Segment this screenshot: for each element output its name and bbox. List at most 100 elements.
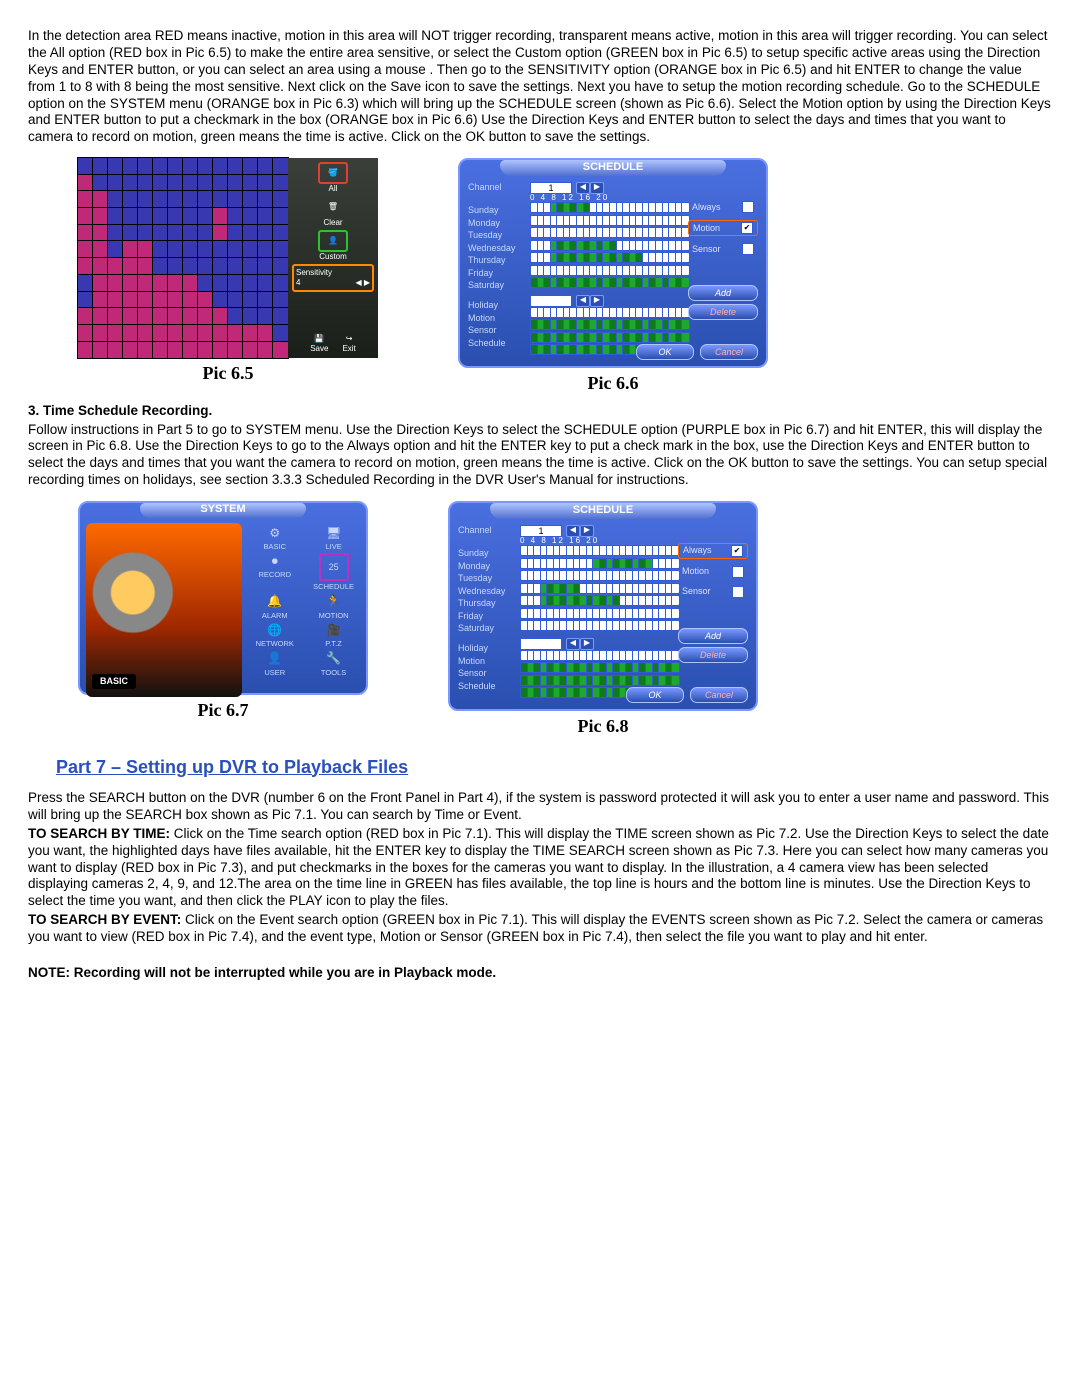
bar-mon[interactable] — [530, 215, 690, 226]
bar68-tue[interactable] — [520, 570, 680, 581]
save-label: Save — [310, 344, 328, 354]
custom-icon[interactable]: 👤 — [318, 230, 348, 252]
part7-heading: Part 7 – Setting up DVR to Playback File… — [56, 756, 1052, 779]
menu-user[interactable]: 👤USER — [248, 651, 301, 677]
chk-sensor[interactable] — [742, 243, 754, 255]
chk-always[interactable] — [742, 201, 754, 213]
figure-row-65-66: 🪣 All 🗑 Clear 👤 Custom Sensitivity 4 ◀ ▶… — [28, 158, 1052, 395]
label-channel-68: Channel — [458, 525, 516, 536]
bar-h2[interactable] — [530, 319, 690, 330]
menu-ptz[interactable]: 🎥P.T.Z — [307, 622, 360, 648]
channel-prev[interactable]: ◀ — [576, 182, 590, 194]
figure-6-6: SCHEDULE Channel Sunday Monday Tuesday W… — [458, 158, 768, 395]
holiday-prev-68[interactable]: ◀ — [566, 638, 580, 650]
para-detection-area: In the detection area RED means inactive… — [28, 28, 1052, 146]
clear-label: Clear — [323, 218, 342, 228]
bar-sun[interactable] — [530, 202, 690, 213]
clear-icon[interactable]: 🗑 — [318, 196, 348, 218]
opt-always-68[interactable]: Always✔ — [678, 543, 748, 559]
ok-button-68[interactable]: OK — [626, 687, 684, 703]
holiday-input[interactable] — [530, 295, 572, 307]
holiday-next-68[interactable]: ▶ — [580, 638, 594, 650]
save-icon[interactable]: 💾 — [314, 334, 324, 344]
bar68-thu[interactable] — [520, 595, 680, 606]
channel-next-68[interactable]: ▶ — [580, 525, 594, 537]
bar-h1[interactable] — [530, 307, 690, 318]
cancel-button-68[interactable]: Cancel — [690, 687, 748, 703]
bar-wed[interactable] — [530, 240, 690, 251]
chk-sensor-68[interactable] — [732, 586, 744, 598]
bar68-mon[interactable] — [520, 558, 680, 569]
bar68-fri[interactable] — [520, 608, 680, 619]
para7c-wrap: TO SEARCH BY EVENT: Click on the Event s… — [28, 912, 1052, 946]
channel-prev-68[interactable]: ◀ — [566, 525, 580, 537]
schedule-side-buttons: Add Delete — [688, 285, 758, 320]
schedule-panel-66: SCHEDULE Channel Sunday Monday Tuesday W… — [458, 158, 768, 368]
bar68-h2[interactable] — [520, 662, 680, 673]
bar68-h1[interactable] — [520, 650, 680, 661]
menu-alarm[interactable]: 🔔ALARM — [248, 594, 301, 620]
para7b-wrap: TO SEARCH BY TIME: Click on the Time sea… — [28, 826, 1052, 910]
bar-h3[interactable] — [530, 332, 690, 343]
label-tuesday: Tuesday — [468, 230, 526, 241]
delete-button-68[interactable]: Delete — [678, 647, 748, 663]
add-button[interactable]: Add — [688, 285, 758, 301]
add-button-68[interactable]: Add — [678, 628, 748, 644]
label-schedule-68: Schedule — [458, 681, 516, 692]
bar-tue[interactable] — [530, 227, 690, 238]
channel-next[interactable]: ▶ — [590, 182, 604, 194]
label-holiday: Holiday — [468, 300, 526, 311]
delete-button[interactable]: Delete — [688, 304, 758, 320]
label-tuesday-68: Tuesday — [458, 573, 516, 584]
motion-grid-panel: 🪣 All 🗑 Clear 👤 Custom Sensitivity 4 ◀ ▶… — [78, 158, 378, 358]
figure-6-5: 🪣 All 🗑 Clear 👤 Custom Sensitivity 4 ◀ ▶… — [78, 158, 378, 385]
opt-always[interactable]: Always — [688, 200, 758, 214]
ok-button[interactable]: OK — [636, 344, 694, 360]
label-wednesday-68: Wednesday — [458, 586, 516, 597]
bar68-sat[interactable] — [520, 620, 680, 631]
label-saturday: Saturday — [468, 280, 526, 291]
opt-sensor[interactable]: Sensor — [688, 242, 758, 256]
motion-side-panel: 🪣 All 🗑 Clear 👤 Custom Sensitivity 4 ◀ ▶… — [288, 158, 378, 358]
time-ticks-68: 0 4 8 12 16 20 — [520, 536, 680, 545]
schedule-options-68: Always✔ Motion Sensor — [678, 543, 748, 599]
holiday-next[interactable]: ▶ — [590, 295, 604, 307]
holiday-prev[interactable]: ◀ — [576, 295, 590, 307]
menu-live[interactable]: 🖥LIVE — [307, 525, 360, 551]
chk-motion-68[interactable] — [732, 566, 744, 578]
cancel-button[interactable]: Cancel — [700, 344, 758, 360]
all-icon[interactable]: 🪣 — [318, 162, 348, 184]
menu-schedule[interactable]: 25SCHEDULE — [307, 553, 360, 591]
bar-fri[interactable] — [530, 265, 690, 276]
menu-record[interactable]: ⏺RECORD — [248, 553, 301, 591]
sensitivity-box[interactable]: Sensitivity 4 ◀ ▶ — [292, 264, 374, 292]
menu-motion[interactable]: 🏃MOTION — [307, 594, 360, 620]
system-menu-grid: ⚙BASIC 🖥LIVE ⏺RECORD 25SCHEDULE 🔔ALARM 🏃… — [248, 523, 360, 697]
channel-input-68[interactable]: 1 — [520, 525, 562, 537]
bar-sat[interactable] — [530, 277, 690, 288]
opt-sensor-68[interactable]: Sensor — [678, 585, 748, 599]
label-friday: Friday — [468, 268, 526, 279]
bar68-wed[interactable] — [520, 583, 680, 594]
opt-motion-68[interactable]: Motion — [678, 565, 748, 579]
holiday-input-68[interactable] — [520, 638, 562, 650]
para-tsr: Follow instructions in Part 5 to go to S… — [28, 422, 1052, 490]
exit-icon[interactable]: ↪ — [346, 334, 353, 344]
menu-network[interactable]: 🌐NETWORK — [248, 622, 301, 648]
bar-thu[interactable] — [530, 252, 690, 263]
chk-always-68[interactable]: ✔ — [731, 545, 743, 557]
opt-motion[interactable]: Motion✔ — [688, 220, 758, 236]
chk-motion[interactable]: ✔ — [741, 222, 753, 234]
custom-label: Custom — [319, 252, 347, 262]
menu-tools[interactable]: 🔧TOOLS — [307, 651, 360, 677]
menu-basic[interactable]: ⚙BASIC — [248, 525, 301, 551]
bar68-sun[interactable] — [520, 545, 680, 556]
schedule-title: SCHEDULE — [500, 160, 726, 176]
channel-input[interactable]: 1 — [530, 182, 572, 194]
label-schedule: Schedule — [468, 338, 526, 349]
label-channel: Channel — [468, 182, 526, 193]
bar68-h3[interactable] — [520, 675, 680, 686]
label-thursday-68: Thursday — [458, 598, 516, 609]
search-by-time-label: TO SEARCH BY TIME: — [28, 826, 174, 841]
caption-6-5: Pic 6.5 — [203, 362, 254, 385]
